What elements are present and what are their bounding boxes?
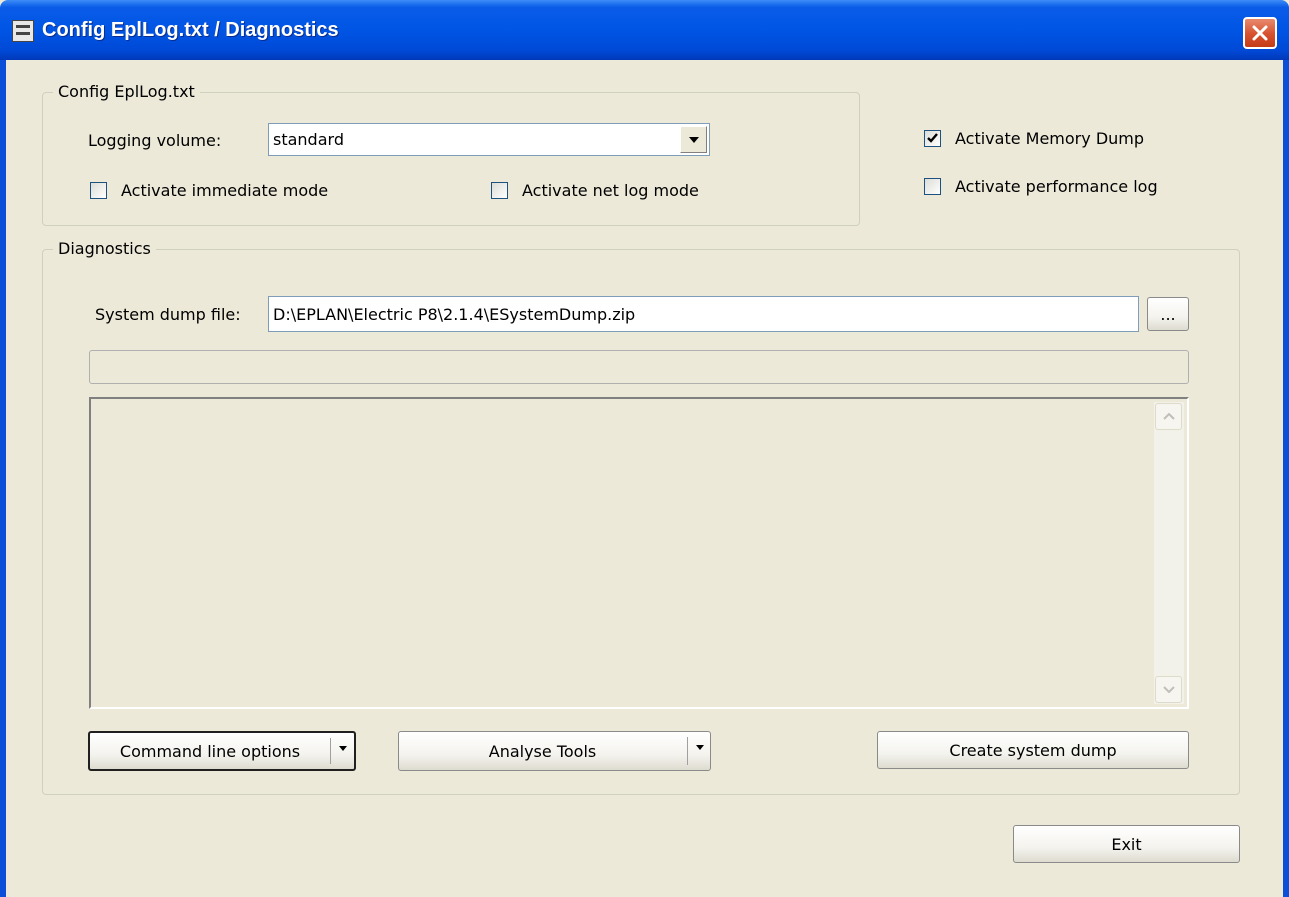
immediate-mode-label[interactable]: Activate immediate mode xyxy=(121,181,328,200)
close-button[interactable] xyxy=(1243,17,1277,49)
split-separator xyxy=(330,738,331,764)
diagnostics-group-legend: Diagnostics xyxy=(53,239,156,258)
vertical-scrollbar[interactable] xyxy=(1154,402,1184,704)
dialog-window: Config EplLog.txt / Diagnostics Config E… xyxy=(0,0,1289,897)
title-bar[interactable]: Config EplLog.txt / Diagnostics xyxy=(0,0,1289,60)
logging-volume-dropdown-button[interactable] xyxy=(680,126,707,153)
create-system-dump-button[interactable]: Create system dump xyxy=(877,731,1189,769)
chevron-down-icon xyxy=(1163,686,1175,693)
scroll-up-button[interactable] xyxy=(1155,403,1182,430)
checkmark-icon xyxy=(927,133,938,143)
command-line-options-button[interactable]: Command line options xyxy=(88,731,356,771)
window-title: Config EplLog.txt / Diagnostics xyxy=(42,19,339,41)
browse-button[interactable]: ... xyxy=(1147,297,1189,331)
app-icon xyxy=(12,20,34,42)
exit-button[interactable]: Exit xyxy=(1013,825,1240,863)
command-line-options-dropdown[interactable] xyxy=(332,733,354,769)
split-separator xyxy=(687,737,688,765)
close-icon xyxy=(1252,25,1268,41)
net-log-mode-checkbox[interactable] xyxy=(491,182,508,199)
config-groupbox: Config EplLog.txt xyxy=(42,82,860,226)
analyse-tools-label: Analyse Tools xyxy=(488,741,597,761)
memory-dump-checkbox[interactable] xyxy=(924,130,941,147)
performance-log-checkbox[interactable] xyxy=(924,178,941,195)
logging-volume-label: Logging volume: xyxy=(88,131,222,150)
analyse-tools-button[interactable]: Analyse Tools xyxy=(398,731,711,771)
chevron-down-icon xyxy=(696,745,704,750)
net-log-mode-label[interactable]: Activate net log mode xyxy=(522,181,699,200)
command-line-options-label: Command line options xyxy=(119,741,301,761)
chevron-down-icon xyxy=(339,746,347,751)
system-dump-file-label: System dump file: xyxy=(95,305,241,324)
window-frame-right xyxy=(1283,60,1289,897)
chevron-up-icon xyxy=(1163,413,1175,420)
system-dump-file-input[interactable] xyxy=(268,296,1139,332)
logging-volume-value: standard xyxy=(273,130,344,149)
analyse-tools-dropdown[interactable] xyxy=(689,732,711,770)
memory-dump-label[interactable]: Activate Memory Dump xyxy=(955,129,1144,148)
performance-log-label[interactable]: Activate performance log xyxy=(955,177,1158,196)
chevron-down-icon xyxy=(689,137,699,143)
progress-bar xyxy=(89,350,1189,384)
config-group-legend: Config EplLog.txt xyxy=(53,82,200,101)
scroll-down-button[interactable] xyxy=(1155,676,1182,703)
diagnostics-output-textarea[interactable] xyxy=(89,397,1189,709)
logging-volume-select[interactable]: standard xyxy=(268,123,710,156)
immediate-mode-checkbox[interactable] xyxy=(90,182,107,199)
